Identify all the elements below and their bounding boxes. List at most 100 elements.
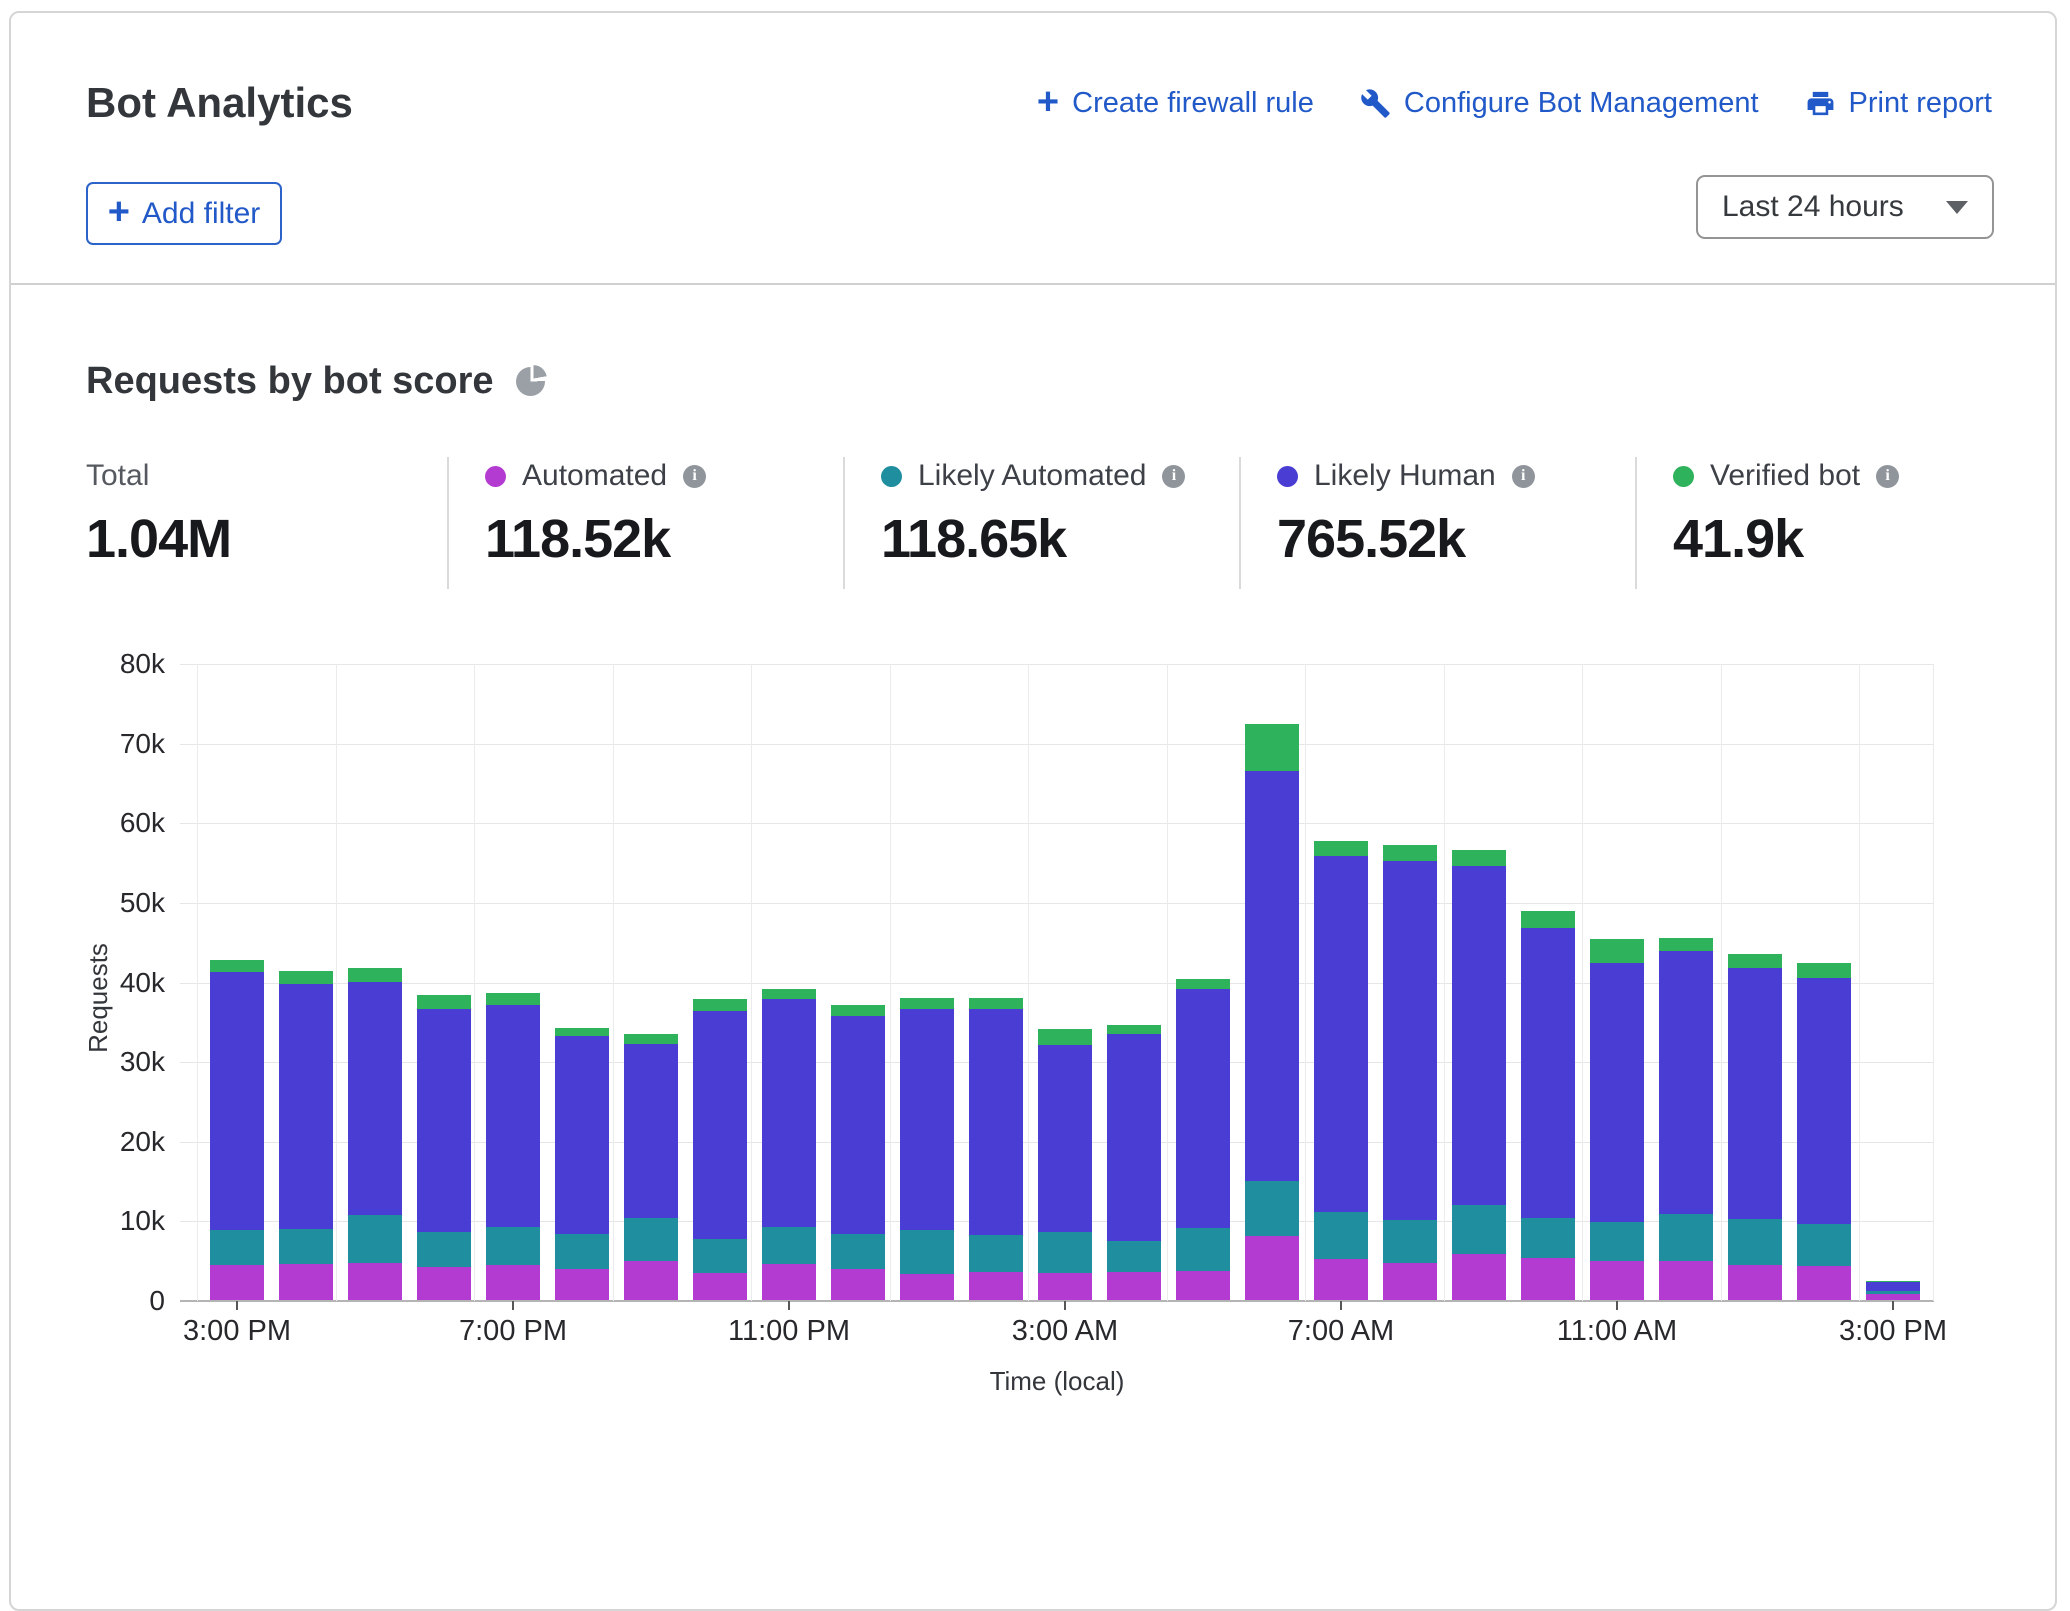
bar-segment — [831, 1269, 885, 1300]
x-tick — [1892, 1301, 1894, 1310]
stacked-bar[interactable] — [1452, 850, 1506, 1300]
bar-segment — [1107, 1272, 1161, 1300]
create-firewall-rule-link[interactable]: + Create firewall rule — [1037, 87, 1314, 120]
add-filter-button[interactable]: + Add filter — [86, 182, 282, 245]
stacked-bar[interactable] — [900, 998, 954, 1300]
automated-dot-icon — [485, 466, 506, 487]
info-icon[interactable]: i — [683, 465, 706, 488]
bar-segment — [279, 971, 333, 984]
bar-segment — [969, 1009, 1023, 1235]
x-tick-label: 11:00 PM — [679, 1315, 899, 1348]
stacked-bar[interactable] — [1728, 954, 1782, 1300]
bar-segment — [417, 1232, 471, 1267]
bar-segment — [1314, 1259, 1368, 1300]
bar-segment — [1314, 1212, 1368, 1259]
bar-segment — [1245, 724, 1299, 771]
stat-automated-value: 118.52k — [485, 508, 843, 570]
bar-segment — [1728, 1219, 1782, 1265]
stat-total-value: 1.04M — [86, 508, 447, 570]
bar-segment — [900, 1230, 954, 1274]
stacked-bar[interactable] — [1107, 1025, 1161, 1300]
print-report-link[interactable]: Print report — [1805, 87, 1992, 120]
stacked-bar[interactable] — [693, 999, 747, 1300]
stat-automated: Automated i 118.52k — [447, 457, 843, 589]
stacked-bar[interactable] — [1521, 911, 1575, 1300]
stacked-bar[interactable] — [1314, 841, 1368, 1300]
bar-segment — [1383, 845, 1437, 861]
x-tick-label: 3:00 PM — [127, 1315, 347, 1348]
bar-segment — [1659, 951, 1713, 1214]
stacked-bar[interactable] — [417, 995, 471, 1300]
bar-segment — [486, 1227, 540, 1265]
stacked-bar[interactable] — [624, 1034, 678, 1300]
print-report-label: Print report — [1849, 87, 1992, 120]
stacked-bar[interactable] — [1797, 963, 1851, 1300]
bar-segment — [1176, 1228, 1230, 1270]
requests-chart: Requests 80k70k60k50k40k30k20k10k0 3:00 … — [11, 664, 2059, 1424]
configure-bot-management-label: Configure Bot Management — [1404, 87, 1759, 120]
bar-segment — [1797, 978, 1851, 1224]
x-tick-label: 7:00 AM — [1231, 1315, 1451, 1348]
x-tick-label: 7:00 PM — [403, 1315, 623, 1348]
stacked-bar[interactable] — [210, 960, 264, 1300]
gridline — [1859, 664, 1860, 1301]
header-divider — [11, 283, 2055, 285]
bar-segment — [900, 1274, 954, 1300]
bar-segment — [762, 999, 816, 1227]
bar-segment — [693, 999, 747, 1011]
stacked-bar[interactable] — [1176, 979, 1230, 1300]
bar-segment — [348, 1263, 402, 1300]
stat-likely-automated-value: 118.65k — [881, 508, 1239, 570]
bar-segment — [831, 1016, 885, 1234]
bar-segment — [1038, 1273, 1092, 1300]
bar-segment — [348, 968, 402, 982]
y-tick-label: 0 — [45, 1285, 165, 1317]
stat-likely-automated: Likely Automated i 118.65k — [843, 457, 1239, 589]
stacked-bar[interactable] — [762, 989, 816, 1300]
stacked-bar[interactable] — [1038, 1029, 1092, 1300]
header-actions: + Create firewall rule Configure Bot Man… — [1037, 87, 1992, 120]
stacked-bar[interactable] — [831, 1005, 885, 1300]
stacked-bar[interactable] — [1245, 724, 1299, 1300]
bar-segment — [486, 1005, 540, 1226]
stacked-bar[interactable] — [1590, 939, 1644, 1300]
configure-bot-management-link[interactable]: Configure Bot Management — [1360, 87, 1759, 120]
stat-likely-human-label: Likely Human — [1314, 459, 1496, 493]
bar-segment — [1797, 1224, 1851, 1265]
stacked-bar[interactable] — [1866, 1281, 1920, 1300]
gridline — [180, 903, 1934, 904]
bar-segment — [1521, 911, 1575, 929]
bar-segment — [1038, 1029, 1092, 1045]
y-tick-label: 40k — [45, 967, 165, 999]
stacked-bar[interactable] — [969, 998, 1023, 1300]
bar-segment — [1107, 1025, 1161, 1035]
stacked-bar[interactable] — [1659, 938, 1713, 1300]
y-tick-label: 50k — [45, 887, 165, 919]
bar-segment — [762, 989, 816, 999]
bar-segment — [762, 1264, 816, 1300]
time-range-select[interactable]: Last 24 hours — [1696, 175, 1994, 239]
bar-segment — [486, 993, 540, 1005]
section-title-row: Requests by bot score — [86, 360, 545, 403]
bar-segment — [1797, 1266, 1851, 1300]
info-icon[interactable]: i — [1512, 465, 1535, 488]
bar-segment — [1383, 1263, 1437, 1300]
stat-verified-bot: Verified bot i 41.9k — [1635, 457, 2031, 589]
bar-segment — [1383, 861, 1437, 1221]
info-icon[interactable]: i — [1876, 465, 1899, 488]
bar-segment — [1659, 1261, 1713, 1300]
stacked-bar[interactable] — [348, 968, 402, 1300]
info-icon[interactable]: i — [1162, 465, 1185, 488]
bar-segment — [693, 1273, 747, 1300]
stacked-bar[interactable] — [486, 993, 540, 1300]
stacked-bar[interactable] — [1383, 845, 1437, 1300]
bar-segment — [624, 1034, 678, 1044]
stacked-bar[interactable] — [555, 1028, 609, 1300]
bar-segment — [555, 1036, 609, 1233]
bar-segment — [210, 972, 264, 1230]
gridline — [197, 664, 198, 1301]
stat-verified-bot-label: Verified bot — [1710, 459, 1860, 493]
stacked-bar[interactable] — [279, 971, 333, 1300]
bar-segment — [624, 1044, 678, 1218]
bar-segment — [1107, 1034, 1161, 1241]
